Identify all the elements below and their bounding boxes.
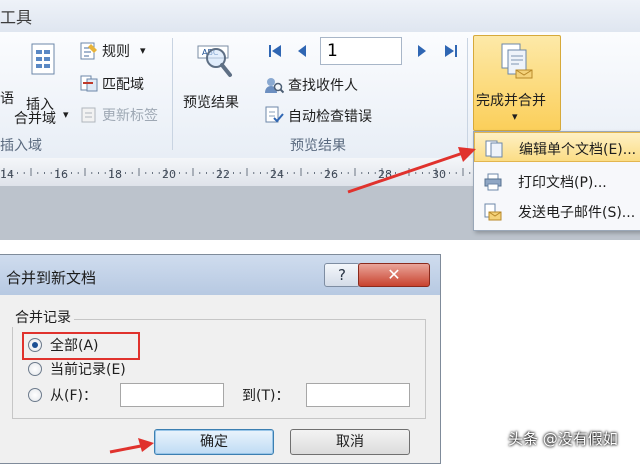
annotation-arrows [109, 147, 476, 454]
watermark-text: 头条 @没有假如 [508, 430, 618, 448]
